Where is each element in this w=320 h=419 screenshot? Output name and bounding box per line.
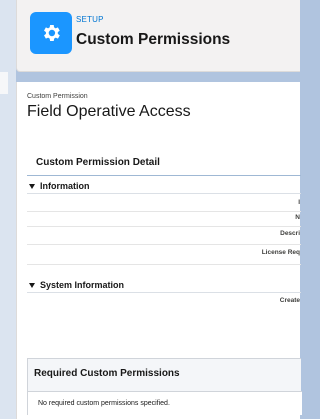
row-divider: [27, 264, 301, 265]
field-label-created: Create: [279, 297, 300, 304]
detail-section-title: Custom Permission Detail: [36, 157, 160, 168]
field-label-label: I: [298, 199, 300, 206]
left-gutter-strip: [0, 72, 8, 94]
detail-divider: [27, 175, 301, 176]
section-divider: [27, 292, 301, 293]
section-system-information-toggle[interactable]: System Information: [29, 280, 124, 290]
setup-header: SETUP Custom Permissions: [16, 0, 300, 72]
field-label-name: N: [295, 214, 300, 221]
page-header-title: Custom Permissions: [76, 31, 231, 48]
page-title: Field Operative Access: [27, 103, 191, 120]
chevron-down-icon: [29, 183, 35, 189]
required-permissions-card: Required Custom Permissions No required …: [27, 358, 302, 415]
row-divider: [27, 226, 301, 227]
required-permissions-title: Required Custom Permissions: [34, 368, 180, 379]
section-information-toggle[interactable]: Information: [29, 181, 90, 191]
empty-state-message: No required custom permissions specified…: [38, 400, 170, 407]
field-label-license: License Req: [261, 249, 300, 256]
row-divider: [27, 244, 301, 245]
main-content: Custom Permission Field Operative Access…: [16, 82, 302, 419]
row-divider: [27, 211, 301, 212]
section-divider: [27, 193, 301, 194]
required-permissions-body: No required custom permissions specified…: [28, 391, 302, 415]
gear-icon: [30, 12, 72, 54]
section-system-information-title: System Information: [40, 280, 125, 290]
section-information-title: Information: [40, 181, 90, 191]
field-label-description: Descri: [280, 230, 300, 237]
left-gutter: [0, 0, 16, 419]
setup-label: SETUP: [76, 15, 104, 24]
chevron-down-icon: [29, 282, 35, 288]
record-type-label: Custom Permission: [27, 93, 88, 100]
